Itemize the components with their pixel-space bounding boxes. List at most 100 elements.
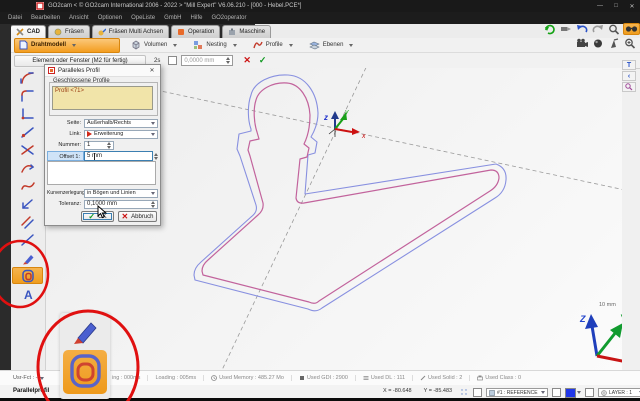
origin-axis-x-label: x — [361, 133, 366, 140]
reference-checkbox[interactable] — [473, 388, 482, 397]
menu-hilfe[interactable]: Hilfe — [190, 15, 202, 21]
mill-tab-icon — [54, 28, 62, 36]
menu-opeliste[interactable]: OpeListe — [131, 15, 155, 21]
parallel-offset-icon — [20, 215, 36, 229]
tab-operation[interactable]: Operation — [171, 25, 220, 38]
zoom-button[interactable] — [607, 23, 621, 35]
zoom-tool-button[interactable] — [622, 82, 636, 92]
layer-select[interactable]: LAYER : 1 — [598, 388, 640, 397]
profile-list-item[interactable]: Profil <71> — [55, 88, 84, 94]
line-tool-button[interactable] — [12, 231, 43, 248]
link-value: Erweiterung — [94, 131, 151, 137]
offset-list[interactable] — [47, 161, 156, 185]
view-mode-button[interactable] — [623, 23, 640, 35]
window-title: GO2cam < © GO2cam International 2006 - 2… — [48, 3, 301, 9]
ribbon-button-profile[interactable]: Profile — [248, 38, 298, 53]
chip-icon — [299, 375, 305, 381]
close-button[interactable]: ✕ — [624, 3, 640, 10]
maximize-button[interactable]: □ — [608, 3, 624, 9]
trim-tool-button[interactable] — [12, 141, 43, 158]
spinner-buttons[interactable] — [154, 153, 158, 160]
kurvenzerlegung-select[interactable]: in Bögen und Linien — [84, 189, 158, 198]
undo-button[interactable] — [575, 23, 589, 35]
offset-input[interactable]: 5 mm — [84, 151, 153, 161]
nummer-spinner[interactable]: 1 — [84, 141, 114, 150]
tab-label: CAD — [27, 29, 40, 35]
menu-datei[interactable]: Datei — [8, 15, 22, 21]
simulation-button[interactable] — [575, 37, 589, 49]
menu-go2operator[interactable]: GO2operator — [211, 15, 246, 21]
link-select[interactable]: Erweiterung — [84, 130, 158, 139]
origin-axis-y-label: y — [344, 109, 349, 116]
pick-button[interactable] — [607, 37, 621, 49]
nummer-label: Nummer: — [47, 142, 84, 148]
tangent-line-tool-button[interactable] — [12, 123, 43, 140]
spinner-buttons[interactable] — [226, 57, 230, 64]
seite-select[interactable]: Außerhalb/Rechts — [84, 119, 158, 128]
collapse-button[interactable]: ‹ — [622, 71, 636, 81]
cancel-button[interactable]: ✕ Abbruch — [118, 211, 157, 222]
sketch-tool-button[interactable] — [12, 249, 43, 266]
dialog-title-bar[interactable]: Paralleles Profil ✕ — [45, 65, 160, 77]
magnifier-icon — [608, 24, 620, 35]
redo-button[interactable] — [591, 23, 605, 35]
ok-button[interactable]: ✓ OK — [81, 211, 114, 222]
text-visibility-button[interactable]: T — [622, 60, 636, 70]
kurvenzerlegung-label: Kurvenzerlegung: — [47, 190, 84, 196]
text-caret — [94, 153, 95, 160]
extend-tool-button[interactable] — [12, 195, 43, 212]
dialog-close-button[interactable]: ✕ — [147, 67, 157, 74]
offset-tool-button[interactable] — [12, 213, 43, 230]
parallel-profile-tool-button[interactable] — [12, 267, 43, 284]
spinner-buttons[interactable] — [151, 201, 155, 208]
ribbon-button-drahtmodell[interactable]: Drahtmodell — [14, 38, 120, 53]
prompt-checkbox[interactable] — [168, 56, 177, 65]
tab-cad[interactable]: CAD — [10, 25, 46, 38]
prompt-value-field[interactable]: 0,0000 mm — [181, 55, 233, 66]
user-function-selector[interactable]: Usr-Fct : - — [13, 375, 44, 381]
tab-maschine[interactable]: Maschine — [222, 25, 271, 38]
ribbon-button-ebenen[interactable]: Ebenen — [304, 38, 359, 53]
menu-optionen[interactable]: Optionen — [98, 15, 122, 21]
extension-arrow-icon — [87, 131, 92, 137]
corner-icon — [20, 107, 36, 121]
tab-fraesen[interactable]: Fräsen — [48, 25, 90, 38]
layer-checkbox[interactable] — [585, 388, 594, 397]
seite-label: Seite: — [47, 120, 84, 126]
ribbon-button-nesting[interactable]: Nesting — [188, 38, 241, 53]
tab-fraesen-multi-achsen[interactable]: Fräsen Multi Achsen — [92, 25, 169, 38]
color-picker[interactable] — [565, 388, 581, 398]
color-checkbox[interactable] — [552, 388, 561, 397]
reference-select[interactable]: #1 : REFERENCE — [486, 388, 548, 397]
round-corner-tool-button[interactable] — [12, 87, 43, 104]
corner-tool-button[interactable] — [12, 105, 43, 122]
parallel-profile-icon — [20, 269, 36, 283]
menu-ansicht[interactable]: Ansicht — [69, 15, 89, 21]
spline-tool-button[interactable] — [12, 177, 43, 194]
tab-label: Fräsen Multi Achsen — [109, 29, 163, 35]
view-toolbar-row1 — [543, 23, 640, 35]
snap-grid-icon[interactable] — [460, 388, 469, 397]
svg-text:A: A — [24, 288, 33, 301]
wireframe-icon — [19, 40, 28, 50]
spinner-buttons[interactable] — [107, 142, 111, 149]
text-tool-button[interactable]: A — [12, 285, 43, 302]
shaded-view-button[interactable] — [591, 37, 605, 49]
toleranz-spinner[interactable]: 0,1000 mm — [84, 200, 158, 209]
menu-bearbeiten[interactable]: Bearbeiten — [31, 15, 60, 21]
ribbon-button-volumen[interactable]: Volumen — [126, 38, 182, 53]
zoom-window-button[interactable] — [623, 37, 637, 49]
fillet-tool-button[interactable] — [12, 69, 43, 86]
corner-radius-icon — [20, 89, 36, 103]
curve-tool-button[interactable] — [12, 159, 43, 176]
prompt-cancel-button[interactable]: ✕ — [243, 55, 251, 66]
chevron-down-icon — [40, 377, 44, 380]
prompt-confirm-button[interactable]: ✓ — [259, 55, 267, 66]
tool-display-button[interactable] — [559, 23, 573, 35]
menu-gmbh[interactable]: GmbH — [164, 15, 181, 21]
profile-listbox[interactable]: Profil <71> — [52, 86, 153, 110]
minimize-button[interactable]: — — [592, 3, 608, 9]
pencil-icon — [20, 251, 36, 265]
scale-indicator: 10 mm — [599, 274, 622, 308]
regenerate-button[interactable] — [543, 23, 557, 35]
